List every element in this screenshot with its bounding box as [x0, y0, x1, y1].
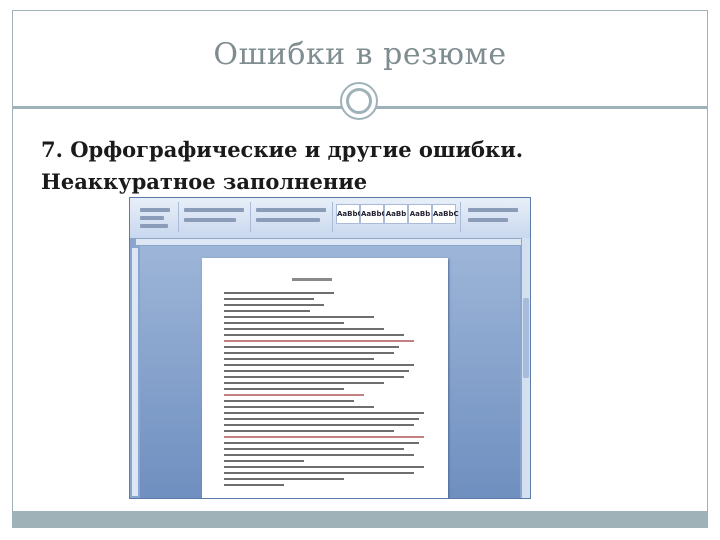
style-gallery-item: AaBbC — [336, 204, 363, 224]
slide-heading: 7. Орфографические и другие ошибки. Неак… — [41, 134, 701, 198]
word-document-screenshot: AaBbC AaBbC AaBb AaBb AaBbC — [129, 197, 531, 499]
style-gallery-item: AaBb — [384, 204, 408, 224]
style-gallery-item: AaBb — [408, 204, 432, 224]
footer-bar — [13, 511, 707, 527]
ribbon-group-paragraph — [252, 202, 333, 232]
ring-ornament-icon — [340, 82, 378, 120]
document-heading-line — [292, 278, 332, 281]
scrollbar-thumb[interactable] — [523, 298, 529, 378]
heading-line-2: Неаккуратное заполнение — [41, 169, 368, 194]
word-ribbon: AaBbC AaBbC AaBb AaBb AaBbC — [130, 198, 530, 239]
ring-inner — [346, 88, 372, 114]
vertical-ruler — [132, 248, 138, 496]
vertical-scrollbar[interactable] — [521, 238, 530, 498]
ribbon-group-font — [180, 202, 251, 232]
ribbon-group-clipboard — [134, 202, 179, 232]
document-page — [202, 258, 448, 498]
horizontal-ruler — [136, 239, 524, 245]
slide-title: Ошибки в резюме — [213, 37, 507, 72]
slide-frame: Ошибки в резюме 7. Орфографические и дру… — [12, 10, 708, 528]
heading-line-1: 7. Орфографические и другие ошибки. — [41, 137, 524, 162]
style-gallery-item: AaBbC — [360, 204, 387, 224]
style-gallery-item: AaBbC — [432, 204, 459, 224]
